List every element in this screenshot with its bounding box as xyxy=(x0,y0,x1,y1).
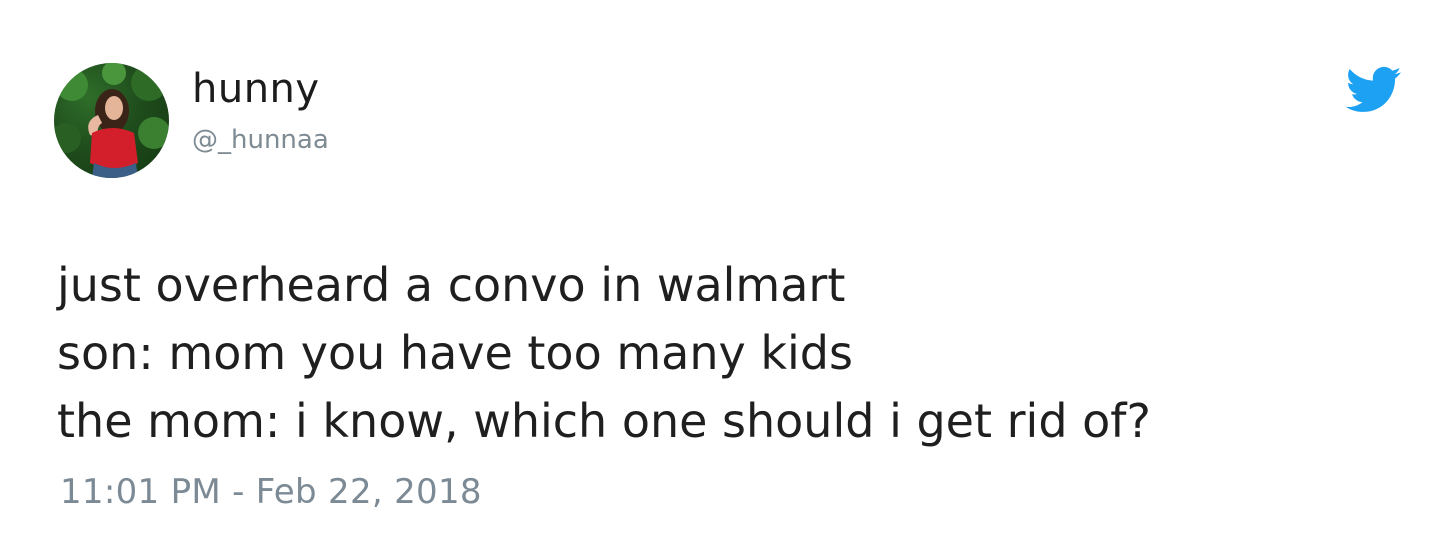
tweet-card: hunny @_hunnaa just overheard a convo in… xyxy=(0,0,1453,541)
tweet-text: just overheard a convo in walmart son: m… xyxy=(57,251,1417,455)
tweet-line: just overheard a convo in walmart xyxy=(57,258,846,312)
avatar-image xyxy=(54,63,169,178)
user-handle[interactable]: @_hunnaa xyxy=(192,122,329,158)
twitter-bird-icon[interactable] xyxy=(1345,66,1402,114)
tweet-line: son: mom you have too many kids xyxy=(57,326,853,380)
display-name[interactable]: hunny xyxy=(192,62,320,116)
tweet-timestamp[interactable]: 11:01 PM - Feb 22, 2018 xyxy=(60,468,482,516)
avatar[interactable] xyxy=(54,63,169,178)
tweet-line: the mom: i know, which one should i get … xyxy=(57,394,1151,448)
